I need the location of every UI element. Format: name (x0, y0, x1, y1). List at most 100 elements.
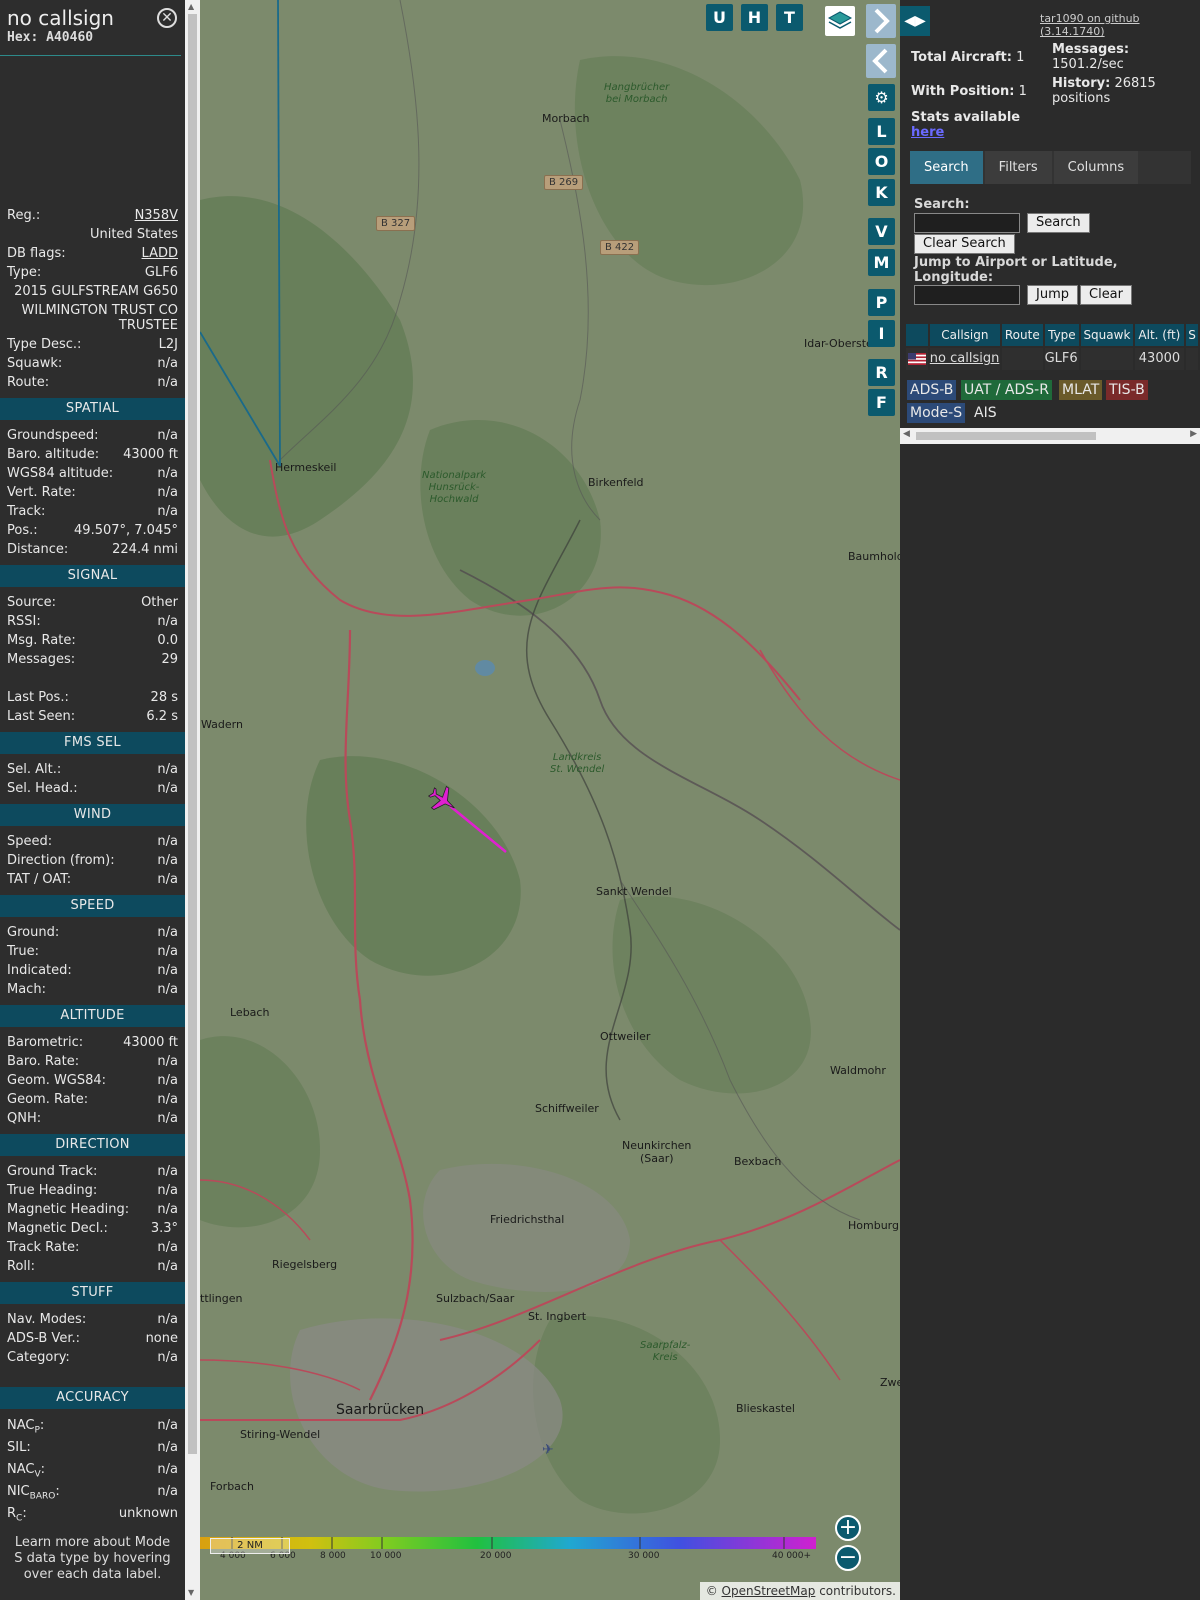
map-button-m[interactable]: M (868, 249, 895, 276)
close-icon[interactable]: ✕ (157, 8, 177, 28)
map-button-p[interactable]: P (868, 289, 895, 316)
accuracy-value: n/a (157, 1440, 178, 1455)
info-value: n/a (157, 872, 178, 887)
info-value: n/a (157, 1240, 178, 1255)
col-callsign[interactable]: Callsign (929, 324, 1001, 346)
jump-input[interactable] (914, 285, 1020, 305)
scroll-left-arrow-icon[interactable]: ◀ (903, 429, 910, 439)
toggle-sidebar-icon[interactable]: ◀▶ (900, 6, 930, 36)
info-panel-scrollbar[interactable]: ▲ ▼ (185, 0, 200, 1600)
info-value: n/a (157, 1073, 178, 1088)
detail-row: Squawk: n/a (0, 354, 185, 373)
with-position-stat: With Position: 1 (911, 84, 1027, 99)
map-button-o[interactable]: O (868, 148, 895, 175)
accuracy-label-main: NAC (7, 1462, 35, 1477)
map-region-label: Saarpfalz- Kreis (640, 1340, 691, 1363)
prev-panel-icon[interactable] (866, 44, 896, 78)
col-squawk[interactable]: Squawk (1081, 324, 1133, 346)
clear-search-button[interactable]: Clear Search (914, 234, 1015, 254)
info-label: Mach: (7, 982, 46, 997)
h-scrollbar-thumb[interactable] (916, 432, 1096, 440)
scroll-right-arrow-icon[interactable]: ▶ (1190, 429, 1197, 439)
legend-tis-b[interactable]: TIS-B (1106, 380, 1148, 400)
legend-mlat[interactable]: MLAT (1059, 380, 1103, 400)
learn-more-text: Learn more about Mode S data type by hov… (14, 1535, 171, 1582)
scroll-up-arrow-icon[interactable]: ▲ (188, 2, 194, 11)
jump-button[interactable]: Jump (1027, 285, 1078, 305)
callsign-title: no callsign (7, 6, 114, 30)
table-row[interactable]: no callsign GLF6 43000 (906, 348, 1200, 370)
search-button[interactable]: Search (1027, 213, 1090, 233)
col-route[interactable]: Route (1002, 324, 1043, 346)
clear-button[interactable]: Clear (1080, 285, 1132, 305)
detail-label: Reg.: (7, 208, 41, 223)
tab-columns[interactable]: Columns (1053, 151, 1139, 184)
map-place-label: Homburg (848, 1219, 899, 1232)
scrollbar-thumb[interactable] (188, 14, 197, 1454)
info-label: True Heading: (7, 1183, 98, 1198)
table-horizontal-scrollbar[interactable]: ◀ ▶ (900, 428, 1200, 444)
col-altitude[interactable]: Alt. (ft) (1134, 324, 1185, 346)
settings-gear-icon[interactable]: ⚙ (868, 84, 895, 111)
next-panel-icon[interactable] (866, 4, 896, 38)
map-button-k[interactable]: K (868, 179, 895, 206)
map-place-label: Bexbach (734, 1155, 782, 1168)
details-list: Reg.: N358V United States DB flags: LADD Type… (0, 206, 185, 392)
row-extra (1186, 348, 1199, 370)
tab-filters[interactable]: Filters (984, 151, 1052, 184)
scroll-down-arrow-icon[interactable]: ▼ (188, 1588, 194, 1597)
detail-value[interactable]: N358V (135, 206, 178, 225)
detail-label: Squawk: (7, 356, 63, 371)
map-region-label: Nationalpark Hunsrück- Hochwald (422, 470, 487, 505)
map-button-u[interactable]: U (706, 4, 733, 31)
zoom-in-icon[interactable]: + (835, 1515, 861, 1541)
map-button-r[interactable]: R (868, 359, 895, 386)
tab-search[interactable]: Search (910, 151, 983, 184)
detail-value[interactable]: LADD (142, 244, 178, 263)
detail-row: Type Desc.: L2J (0, 335, 185, 354)
info-row: Indicated: n/a (0, 961, 185, 980)
row-callsign[interactable]: no callsign (929, 348, 1001, 370)
map-button-v[interactable]: V (868, 218, 895, 245)
map-button-h[interactable]: H (741, 4, 768, 31)
info-value: 3.3° (150, 1221, 178, 1236)
accuracy-value: n/a (157, 1462, 178, 1477)
info-row: True: n/a (0, 942, 185, 961)
map-view[interactable]: ✈ Morbach Hermeskeil Birkenfeld Idar-Oberst… (200, 0, 900, 1600)
info-row: Speed: n/a (0, 832, 185, 851)
info-value: n/a (157, 925, 178, 940)
info-row: ADS-B Ver.: none (0, 1329, 185, 1348)
messages-value: 1501.2/sec (1052, 57, 1124, 72)
zoom-out-icon[interactable]: − (835, 1545, 861, 1571)
info-label: TAT / OAT: (7, 872, 72, 887)
search-input[interactable] (914, 213, 1020, 233)
info-row: Magnetic Heading: n/a (0, 1200, 185, 1219)
legend-mode-s[interactable]: Mode-S (907, 403, 966, 423)
info-value: Other (141, 595, 178, 610)
stats-link[interactable]: here (911, 125, 944, 140)
map-place-label: (Saar) (640, 1152, 674, 1165)
col-type[interactable]: Type (1044, 324, 1080, 346)
map-button-f[interactable]: F (868, 389, 895, 416)
map-button-l[interactable]: L (868, 118, 895, 145)
legend-ais[interactable]: AIS (971, 403, 1000, 423)
map-place-label: St. Ingbert (528, 1310, 587, 1323)
map-button-i[interactable]: I (868, 320, 895, 347)
col-flag[interactable] (906, 324, 928, 346)
legend-ads-b[interactable]: ADS-B (907, 380, 957, 400)
info-row: WGS84 altitude: n/a (0, 464, 185, 483)
legend-uat-ads-r[interactable]: UAT / ADS-R (961, 380, 1052, 400)
layers-icon[interactable] (825, 6, 855, 36)
road-badge: B 327 (376, 216, 416, 231)
info-label: Direction (from): (7, 853, 115, 868)
map-city-label: Saarbrücken (336, 1402, 425, 1418)
info-value: n/a (157, 944, 178, 959)
total-aircraft-stat: Total Aircraft: 1 (911, 50, 1024, 65)
total-aircraft-value: 1 (1016, 50, 1025, 65)
github-link[interactable]: tar1090 on github (3.14.1740) (1040, 12, 1200, 38)
info-row (0, 669, 185, 688)
col-speed[interactable]: S (1186, 324, 1198, 346)
map-button-t[interactable]: T (776, 4, 803, 31)
osm-link[interactable]: OpenStreetMap (722, 1584, 816, 1598)
info-label: Pos.: (7, 523, 38, 538)
